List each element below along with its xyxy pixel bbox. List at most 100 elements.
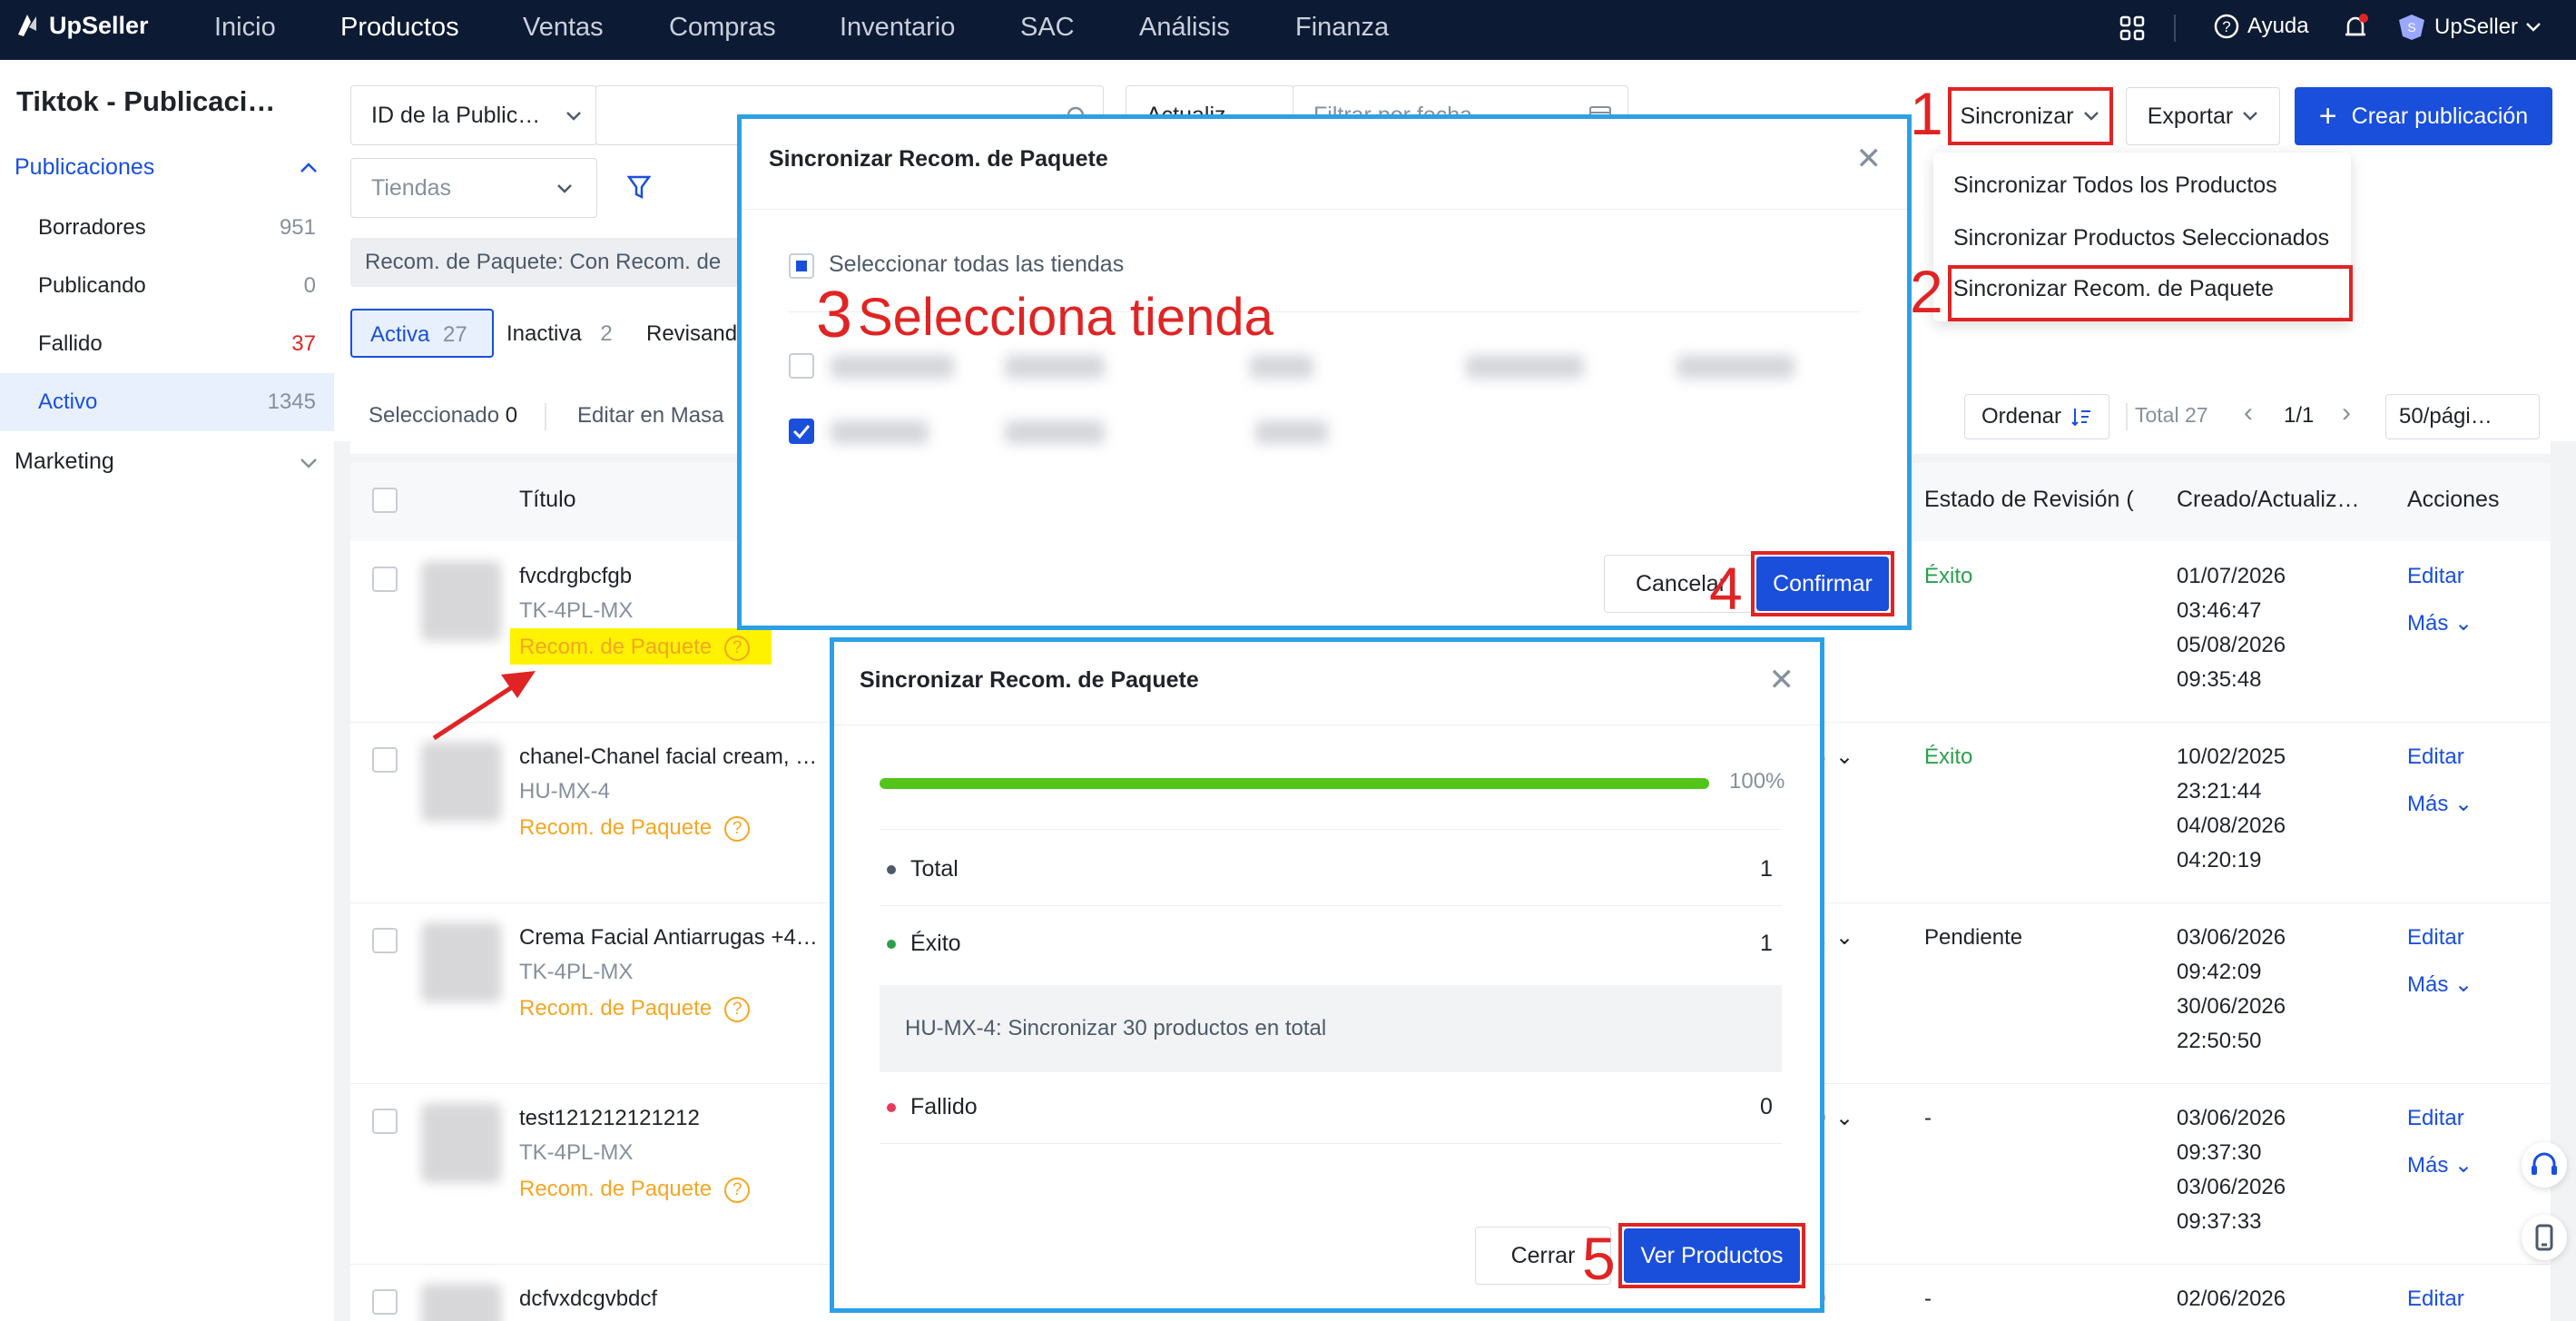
more-actions-button[interactable]: Más ⌄ bbox=[2407, 968, 2473, 1002]
date-created-time: 03:46:47 bbox=[2177, 598, 2262, 623]
date-created: 03/06/2026 bbox=[2177, 1106, 2286, 1130]
nav-finanza[interactable]: Finanza bbox=[1295, 13, 1389, 43]
store-select[interactable]: Tiendas bbox=[350, 158, 597, 218]
next-page-icon[interactable]: › bbox=[2342, 398, 2351, 429]
sidebar-section-publicaciones[interactable]: Publicaciones bbox=[15, 154, 154, 181]
help-link[interactable]: ? Ayuda bbox=[2213, 13, 2309, 40]
mobile-icon[interactable] bbox=[2522, 1215, 2567, 1260]
app-logo[interactable]: UpSeller bbox=[13, 11, 149, 40]
sort-icon bbox=[2071, 409, 2091, 427]
progress-bar bbox=[880, 778, 1709, 789]
date-updated: 03/06/2026 bbox=[2177, 1175, 2286, 1199]
nav-sac[interactable]: SAC bbox=[1020, 13, 1075, 43]
nav-analisis[interactable]: Análisis bbox=[1139, 13, 1230, 43]
date-created: 03/06/2026 bbox=[2177, 925, 2286, 950]
export-button[interactable]: Exportar bbox=[2126, 87, 2280, 145]
row-checkbox[interactable] bbox=[372, 567, 398, 592]
filter-funnel-icon[interactable] bbox=[626, 173, 652, 201]
question-circle-icon[interactable]: ? bbox=[724, 1177, 751, 1203]
sidebar-section-marketing[interactable]: Marketing bbox=[15, 449, 114, 475]
sidebar-item-activo[interactable]: Activo 1345 bbox=[0, 373, 334, 431]
chevron-up-icon[interactable] bbox=[300, 162, 318, 174]
sidebar-item-publicando[interactable]: Publicando 0 bbox=[0, 257, 334, 315]
bulk-edit-button[interactable]: Editar en Masa bbox=[577, 403, 723, 429]
tab-revisando[interactable]: Revisand bbox=[646, 321, 737, 347]
chevron-down-icon bbox=[2243, 112, 2258, 121]
row-checkbox[interactable] bbox=[372, 747, 398, 773]
edit-link[interactable]: Editar bbox=[2407, 1101, 2464, 1136]
tab-activa[interactable]: Activa 27 bbox=[350, 309, 494, 358]
date-created: 10/02/2025 bbox=[2177, 744, 2286, 769]
product-title[interactable]: dcfvxdcgvbdcf bbox=[519, 1282, 657, 1316]
apps-grid-icon[interactable] bbox=[2119, 15, 2146, 42]
sidebar-item-count: 1345 bbox=[267, 389, 316, 414]
product-title[interactable]: test121212121212 bbox=[519, 1101, 700, 1136]
menu-item-sync-all[interactable]: Sincronizar Todos los Productos bbox=[1953, 173, 2277, 199]
create-listing-button[interactable]: + Crear publicación bbox=[2295, 87, 2552, 145]
sidebar-item-fallido[interactable]: Fallido 37 bbox=[0, 315, 334, 373]
sidebar-title: Tiktok - Publicaci… bbox=[16, 85, 276, 117]
bundle-recommendation-tag[interactable]: Recom. de Paquete? bbox=[519, 991, 751, 1026]
help-label: Ayuda bbox=[2247, 14, 2309, 38]
select-all-checkbox[interactable] bbox=[372, 488, 398, 513]
menu-item-sync-selected[interactable]: Sincronizar Productos Seleccionados bbox=[1953, 225, 2329, 251]
store-checkbox-checked[interactable] bbox=[789, 419, 814, 444]
review-status: Éxito bbox=[1924, 744, 1973, 769]
question-circle-icon[interactable]: ? bbox=[724, 815, 751, 842]
sort-button[interactable]: Ordenar bbox=[1964, 394, 2109, 439]
tab-inactiva[interactable]: Inactiva 2 bbox=[506, 321, 613, 347]
prev-page-icon[interactable]: ‹ bbox=[2244, 398, 2253, 429]
user-menu[interactable]: S UpSeller bbox=[2396, 13, 2542, 42]
close-icon[interactable]: ✕ bbox=[1856, 141, 1883, 177]
sidebar-item-borradores[interactable]: Borradores 951 bbox=[0, 199, 334, 257]
active-filter-chip[interactable]: Recom. de Paquete: Con Recom. de bbox=[350, 238, 759, 287]
edit-link[interactable]: Editar bbox=[2407, 1282, 2464, 1316]
upseller-logo-icon bbox=[18, 15, 36, 36]
select-all-stores-checkbox[interactable] bbox=[789, 253, 814, 279]
bundle-recommendation-tag[interactable]: Recom. de Paquete? bbox=[519, 811, 751, 845]
column-created-updated: Creado/Actualiz… bbox=[2177, 487, 2360, 512]
date-created-time: 09:42:09 bbox=[2177, 960, 2262, 984]
result-total-value: 1 bbox=[1760, 856, 1773, 882]
chevron-down-icon[interactable]: ⌄ bbox=[1835, 1101, 1853, 1136]
nav-compras[interactable]: Compras bbox=[669, 13, 776, 43]
chevron-down-icon[interactable]: ⌄ bbox=[1835, 921, 1853, 955]
status-dot bbox=[887, 940, 896, 950]
question-circle-icon[interactable]: ? bbox=[724, 635, 751, 661]
date-created-time: 23:21:44 bbox=[2177, 779, 2262, 803]
more-actions-button[interactable]: Más ⌄ bbox=[2407, 1148, 2473, 1183]
nav-inventario[interactable]: Inventario bbox=[840, 13, 955, 43]
edit-link[interactable]: Editar bbox=[2407, 921, 2464, 955]
product-title[interactable]: chanel-Chanel facial cream, … bbox=[519, 740, 817, 774]
more-actions-button[interactable]: Más ⌄ bbox=[2407, 787, 2473, 822]
edit-link[interactable]: Editar bbox=[2407, 559, 2464, 594]
close-icon[interactable]: ✕ bbox=[1769, 662, 1795, 698]
chevron-down-icon[interactable]: ⌄ bbox=[1835, 740, 1853, 774]
row-checkbox[interactable] bbox=[372, 928, 398, 953]
store-checkbox[interactable] bbox=[789, 353, 814, 379]
sort-label: Ordenar bbox=[1981, 404, 2062, 429]
row-checkbox[interactable] bbox=[372, 1109, 398, 1134]
review-status: - bbox=[1924, 1106, 1932, 1130]
product-sku: HU-MX-4 bbox=[519, 779, 610, 803]
divider bbox=[880, 829, 1782, 830]
chevron-down-icon[interactable] bbox=[300, 457, 318, 469]
nav-inicio[interactable]: Inicio bbox=[214, 13, 276, 43]
nav-productos[interactable]: Productos bbox=[340, 13, 459, 43]
user-shield-icon: S bbox=[2399, 15, 2424, 40]
id-type-select[interactable]: ID de la Public… bbox=[350, 85, 597, 145]
notification-bell-icon[interactable] bbox=[2342, 13, 2369, 42]
nav-ventas[interactable]: Ventas bbox=[523, 13, 604, 43]
edit-link[interactable]: Editar bbox=[2407, 740, 2464, 774]
bundle-recommendation-tag[interactable]: Recom. de Paquete? bbox=[519, 630, 751, 665]
product-title[interactable]: Crema Facial Antiarrugas +4… bbox=[519, 921, 818, 955]
row-checkbox[interactable] bbox=[372, 1289, 398, 1315]
product-title[interactable]: fvcdrgbcfgb bbox=[519, 559, 632, 594]
store-select-placeholder: Tiendas bbox=[371, 175, 452, 201]
support-headset-icon[interactable] bbox=[2522, 1142, 2567, 1188]
page-size-select[interactable]: 50/pági… bbox=[2385, 394, 2540, 439]
more-actions-button[interactable]: Más ⌄ bbox=[2407, 606, 2473, 641]
question-circle-icon[interactable]: ? bbox=[724, 996, 751, 1022]
bundle-recommendation-tag[interactable]: Recom. de Paquete? bbox=[519, 1172, 751, 1207]
chevron-down-icon: ⌄ bbox=[2448, 611, 2473, 636]
